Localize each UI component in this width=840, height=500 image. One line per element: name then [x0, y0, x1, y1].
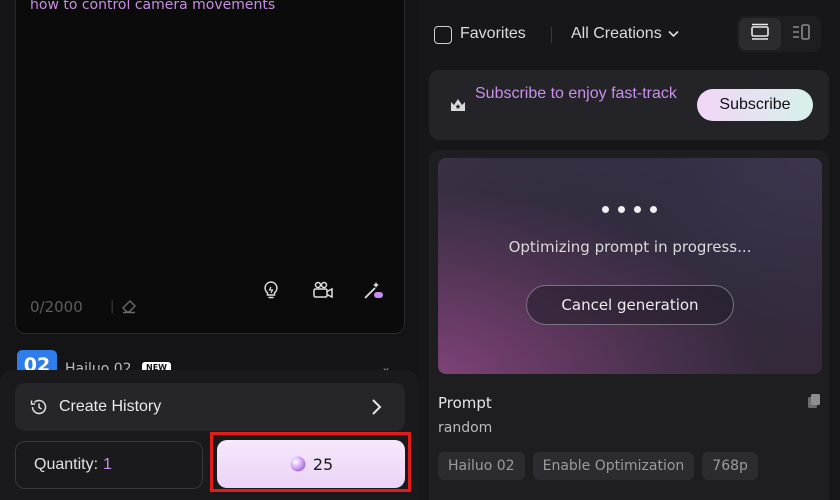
history-icon: [29, 397, 49, 417]
quantity-label: Quantity:: [34, 456, 99, 473]
copy-icon[interactable]: [806, 393, 822, 409]
char-count: 0/2000: [30, 298, 83, 316]
eraser-icon[interactable]: [120, 298, 138, 316]
creations-filter-select[interactable]: All Creations: [571, 25, 679, 43]
loading-dot: [650, 206, 657, 213]
card-view-icon: [750, 23, 770, 45]
magic-wand-icon[interactable]: [362, 279, 384, 301]
favorites-label[interactable]: Favorites: [460, 25, 526, 43]
subscribe-banner: Subscribe to enjoy fast-track Subscribe: [429, 70, 829, 140]
chevron-right-icon: [371, 397, 383, 417]
generate-cost: 25: [312, 454, 334, 474]
chevron-down-icon: [668, 30, 679, 38]
progress-text: Optimizing prompt in progress...: [508, 238, 752, 256]
card-view-button[interactable]: [739, 18, 781, 50]
prompt-text: how to control camera movements: [30, 0, 276, 13]
model-selector[interactable]: 02 Hailuo 02 NEW ⌄: [15, 350, 405, 370]
model-name: Hailuo 02: [65, 361, 132, 370]
quantity-stepper[interactable]: Quantity: 1: [15, 441, 203, 489]
prompt-heading: Prompt: [438, 394, 492, 412]
loading-dot: [634, 206, 641, 213]
prompt-textarea[interactable]: how to control camera movements 0/2000 |: [15, 0, 405, 334]
camera-icon[interactable]: [312, 279, 334, 301]
generation-preview: Optimizing prompt in progress... Cancel …: [438, 158, 822, 374]
favorites-checkbox[interactable]: [434, 26, 452, 44]
prompt-value: random: [438, 420, 493, 436]
left-panel: how to control camera movements 0/2000 |…: [0, 0, 418, 500]
tag-resolution: 768p: [702, 452, 758, 480]
loading-dot: [618, 206, 625, 213]
filter-divider: [551, 27, 552, 43]
crown-icon: [449, 96, 467, 114]
create-history-button[interactable]: Create History: [15, 383, 405, 431]
count-separator: |: [110, 299, 115, 314]
generate-button[interactable]: 25: [217, 440, 405, 488]
subscribe-button[interactable]: Subscribe: [697, 89, 813, 121]
loading-dots: [602, 206, 657, 213]
tag-model: Hailuo 02: [438, 452, 525, 480]
tag-optimization: Enable Optimization: [532, 452, 695, 480]
model-badge: 02: [17, 350, 57, 370]
bulb-icon[interactable]: [260, 279, 282, 301]
view-toggle: [737, 16, 821, 52]
gem-icon: [289, 455, 307, 473]
subscribe-text: Subscribe to enjoy fast-track: [475, 85, 677, 102]
list-view-button[interactable]: [783, 18, 819, 50]
create-history-label: Create History: [59, 398, 162, 415]
new-tag: NEW: [142, 362, 171, 370]
cancel-generation-button[interactable]: Cancel generation: [526, 285, 734, 325]
loading-dot: [602, 206, 609, 213]
list-view-icon: [791, 23, 811, 45]
chevron-down-icon: ⌄: [380, 360, 391, 370]
quantity-value: 1: [103, 456, 112, 473]
creations-filter-label: All Creations: [571, 25, 662, 42]
tag-list: Hailuo 02 Enable Optimization 768p: [438, 452, 758, 480]
